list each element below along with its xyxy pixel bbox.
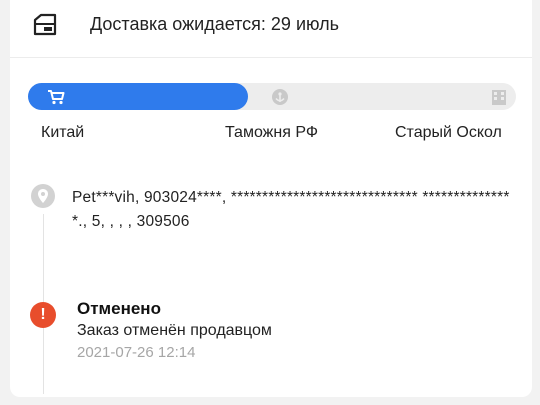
header-divider xyxy=(10,57,532,58)
order-status-title: Отменено xyxy=(77,299,161,318)
order-status-timestamp: 2021-07-26 12:14 xyxy=(77,344,196,361)
shipping-progress-bar xyxy=(28,83,516,110)
location-pin-icon xyxy=(31,184,55,208)
order-status-description: Заказ отменён продавцом xyxy=(77,322,272,339)
delivery-address: Pet***vih, 903024****, *****************… xyxy=(72,189,510,230)
delivery-header: Доставка ожидается: 29 июль xyxy=(10,0,532,56)
cart-icon xyxy=(42,83,69,110)
alert-icon: ! xyxy=(30,302,56,328)
stage-label-china: Китай xyxy=(41,124,85,141)
delivery-truck-icon xyxy=(33,13,57,36)
building-icon xyxy=(485,83,512,110)
delivery-card: Доставка ожидается: 29 июль Китай Таможн… xyxy=(10,0,532,397)
delivery-date-text: Доставка ожидается: 29 июль xyxy=(90,14,339,34)
stage-label-destination: Старый Оскол xyxy=(395,124,502,141)
stage-label-customs: Таможня РФ xyxy=(225,124,318,141)
customs-anchor-icon xyxy=(266,83,293,110)
